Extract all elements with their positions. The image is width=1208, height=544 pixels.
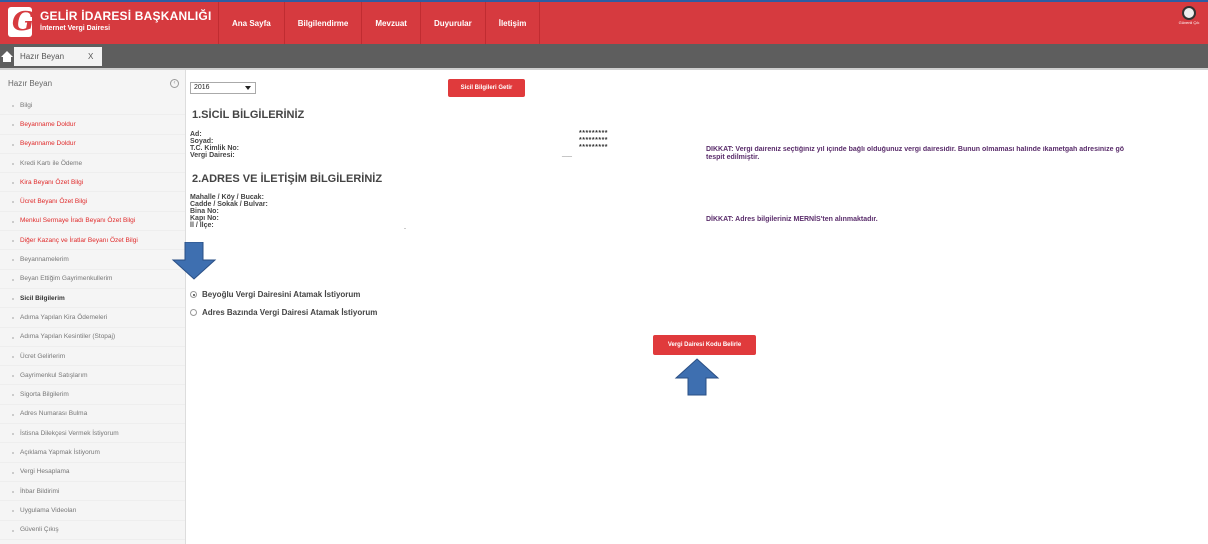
- fetch-registry-button[interactable]: Sicil Bilgileri Getir: [448, 79, 525, 97]
- radio-address-based[interactable]: [190, 309, 197, 316]
- nav-iletisim[interactable]: İletişim: [486, 2, 541, 44]
- sidebar-item[interactable]: Diğer Kazanç ve İratlar Beyanı Özet Bilg…: [0, 231, 185, 251]
- sidebar-item[interactable]: Sigorta Bilgilerim: [0, 385, 185, 405]
- logout-label: Güvenli Çık: [1178, 20, 1200, 25]
- tax-office-warning-line1: DİKKAT: Vergi daireniz seçtiğiniz yıl iç…: [706, 146, 1125, 153]
- home-button[interactable]: [0, 44, 14, 68]
- radio-address-option[interactable]: Adres Bazında Vergi Dairesi Atamak İstiy…: [190, 308, 377, 317]
- nav-duyurular[interactable]: Duyurular: [421, 2, 486, 44]
- chevron-down-icon: [245, 86, 251, 90]
- il-ilce-label: İl / İlçe:: [190, 222, 214, 229]
- sidebar-item[interactable]: Menkul Sermaye İradı Beyanı Özet Bilgi: [0, 212, 185, 232]
- arrow-up-icon: [674, 358, 720, 396]
- sidebar-item[interactable]: Vergi Hesaplama: [0, 463, 185, 482]
- sidebar-item[interactable]: Adıma Yapılan Kira Ödemeleri: [0, 308, 185, 328]
- sidebar-item[interactable]: Kredi Kartı ile Ödeme: [0, 154, 185, 174]
- power-icon: [1182, 6, 1196, 20]
- tab-hazir-beyan[interactable]: Hazır Beyan X: [14, 47, 102, 66]
- sidebar-item[interactable]: Beyanname Doldur: [0, 115, 185, 135]
- tab-bar: Hazır Beyan X: [0, 44, 1208, 70]
- nav-bilgilendirme[interactable]: Bilgilendirme: [285, 2, 363, 44]
- radio-beyoglu-option[interactable]: Beyoğlu Vergi Dairesini Atamak İstiyorum: [190, 290, 360, 299]
- il-ilce-value: -: [404, 226, 406, 232]
- logout-button[interactable]: Güvenli Çık: [1174, 6, 1204, 25]
- name-label: Ad:: [190, 131, 202, 138]
- nav-ana-sayfa[interactable]: Ana Sayfa: [218, 2, 285, 44]
- sidebar-item[interactable]: Ücret Beyanı Özet Bilgi: [0, 192, 185, 212]
- sidebar-heading-label: Hazır Beyan: [8, 78, 53, 88]
- sidebar-item[interactable]: Beyanname Doldur: [0, 135, 185, 154]
- sidebar-item[interactable]: İstisna Dilekçesi Vermek İstiyorum: [0, 424, 185, 444]
- tax-office-label: Vergi Dairesi:: [190, 152, 235, 159]
- section2-title: 2.ADRES VE İLETİŞİM BİLGİLERİNİZ: [192, 173, 383, 185]
- bina-label: Bina No:: [190, 208, 219, 215]
- collapse-icon[interactable]: ‹: [170, 79, 179, 88]
- tax-office-warning: DİKKAT: Vergi daireniz seçtiğiniz yıl iç…: [706, 146, 1206, 162]
- sidebar-item[interactable]: Beyannamelerim: [0, 250, 185, 270]
- gib-logo[interactable]: G: [8, 7, 35, 37]
- sidebar-item[interactable]: Gayrimenkul Satışlarım: [0, 366, 185, 386]
- sidebar-item[interactable]: Bilgi: [0, 96, 185, 116]
- sidebar-item[interactable]: Sicil Bilgilerim: [0, 289, 185, 309]
- brand-title: GELİR İDARESİ BAŞKANLIĞI: [40, 9, 212, 23]
- sidebar-item[interactable]: Adres Numarası Bulma: [0, 405, 185, 425]
- arrow-down-icon: [171, 242, 217, 280]
- sidebar-item[interactable]: İhbar Bildirimi: [0, 482, 185, 502]
- main-nav: Ana Sayfa Bilgilendirme Mevzuat Duyurula…: [218, 2, 541, 44]
- sidebar-item[interactable]: Açıklama Yapmak İstiyorum: [0, 443, 185, 463]
- sidebar-item[interactable]: Kira Beyanı Özet Bilgi: [0, 173, 185, 193]
- tckn-value: *********: [579, 144, 609, 151]
- sidebar-item[interactable]: Beyan Ettiğim Gayrimenkullerim: [0, 270, 185, 289]
- tab-label: Hazır Beyan: [20, 52, 65, 61]
- tckn-label: T.C. Kimlik No:: [190, 145, 240, 152]
- tab-close-icon[interactable]: X: [88, 52, 93, 61]
- section1-title: 1.SİCİL BİLGİLERİNİZ: [192, 109, 305, 121]
- sidebar-item[interactable]: Adıma Yapılan Kesintiler (Stopaj): [0, 328, 185, 347]
- tax-office-warning-line2: tespit edilmiştir.: [706, 154, 760, 161]
- kapi-label: Kapı No:: [190, 215, 219, 222]
- main-content: 2016 Sicil Bilgileri Getir 1.SİCİL BİLGİ…: [186, 70, 1208, 544]
- radio-address-label: Adres Bazında Vergi Dairesi Atamak İstiy…: [202, 308, 378, 317]
- radio-beyoglu[interactable]: [190, 291, 197, 298]
- sidebar-item[interactable]: Ücret Gelirlerim: [0, 347, 185, 367]
- radio-beyoglu-label: Beyoğlu Vergi Dairesini Atamak İstiyorum: [202, 290, 361, 299]
- year-select-value: 2016: [194, 84, 210, 91]
- top-header: G GELİR İDARESİ BAŞKANLIĞI İnternet Verg…: [0, 0, 1208, 44]
- cadde-label: Cadde / Sokak / Bulvar:: [190, 201, 268, 208]
- sidebar-heading: Hazır Beyan ‹: [0, 70, 185, 96]
- mahalle-label: Mahalle / Köy / Bucak:: [190, 194, 264, 201]
- sidebar-item[interactable]: Uygulama Videoları: [0, 501, 185, 521]
- year-select[interactable]: 2016: [190, 82, 256, 94]
- assign-tax-office-button[interactable]: Vergi Dairesi Kodu Belirle: [653, 335, 756, 355]
- address-warning: DİKKAT: Adres bilgileriniz MERNİS'ten al…: [706, 216, 878, 223]
- surname-label: Soyad:: [190, 138, 214, 145]
- nav-mevzuat[interactable]: Mevzuat: [362, 2, 421, 44]
- home-icon: [1, 51, 13, 62]
- surname-value: *********: [579, 137, 609, 144]
- brand-subtitle: İnternet Vergi Dairesi: [40, 25, 111, 32]
- sidebar-item[interactable]: Güvenli Çıkış: [0, 521, 185, 540]
- tax-office-value: ___: [562, 151, 573, 157]
- name-value: *********: [579, 130, 609, 137]
- sidebar-menu: Bilgi Beyanname Doldur Beyanname Doldur Kre…: [0, 96, 185, 540]
- sidebar: Hazır Beyan ‹ Bilgi Beyanname Doldur Beyan…: [0, 70, 186, 544]
- logo-letter: G: [12, 7, 35, 37]
